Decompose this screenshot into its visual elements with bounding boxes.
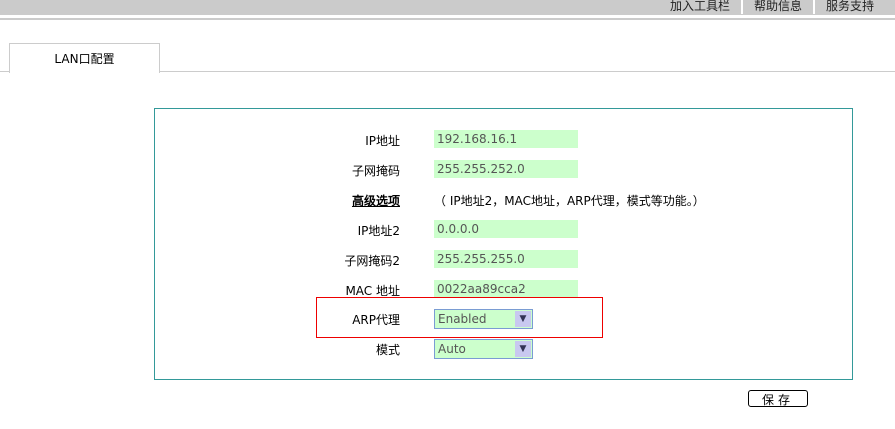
mask-input[interactable]	[434, 160, 578, 178]
add-toolbar-link[interactable]: 加入工具栏	[659, 0, 741, 14]
mode-value: Auto	[438, 342, 466, 356]
advanced-options-link[interactable]: 高级选项	[352, 192, 400, 209]
mask-label: 子网掩码	[351, 164, 400, 178]
help-link[interactable]: 帮助信息	[740, 0, 813, 14]
ip2-input[interactable]	[434, 220, 578, 238]
ip-input[interactable]	[434, 130, 578, 148]
mask2-input[interactable]	[434, 250, 578, 268]
lan-config-panel: IP地址 子网掩码 高级选项 （ IP地址2，MAC地址，ARP代理，模式等功能。…	[154, 108, 853, 380]
tab-lan-config[interactable]: LAN口配置	[9, 43, 160, 73]
mask2-label: 子网掩码2	[344, 254, 400, 268]
mac-input[interactable]	[434, 280, 578, 298]
mode-select[interactable]: Auto ▼	[434, 339, 533, 359]
advanced-description: （ IP地址2，MAC地址，ARP代理，模式等功能。）	[434, 194, 705, 208]
divider	[0, 18, 895, 20]
support-link[interactable]: 服务支持	[812, 0, 885, 14]
highlight-box	[316, 297, 603, 338]
top-bar: 加入工具栏 帮助信息 服务支持	[0, 0, 895, 15]
chevron-down-icon[interactable]: ▼	[515, 341, 531, 357]
ip-label: IP地址	[365, 134, 400, 148]
save-button[interactable]: 保存	[748, 390, 808, 407]
mode-label: 模式	[375, 343, 400, 357]
ip2-label: IP地址2	[357, 224, 400, 238]
